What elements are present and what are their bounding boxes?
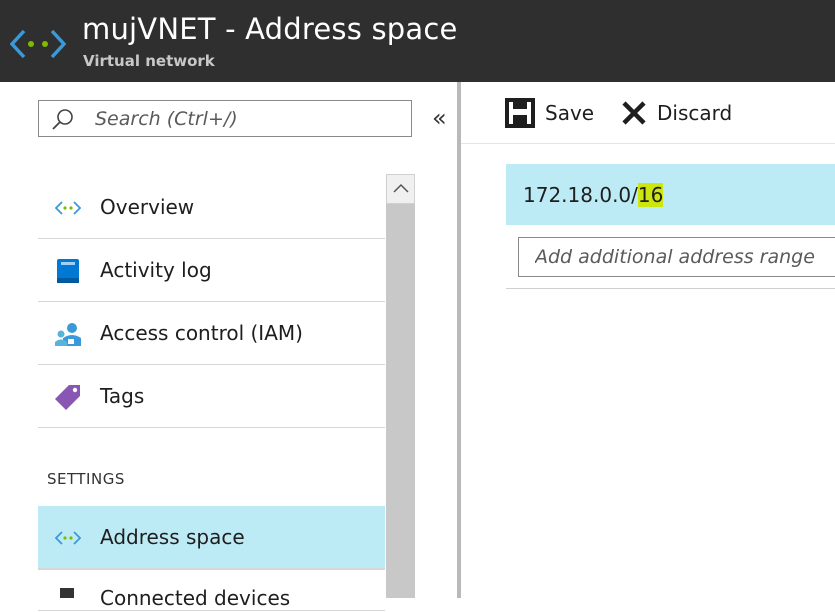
resource-type-label: Virtual network bbox=[83, 52, 215, 70]
prefix-length-highlight: 16 bbox=[637, 183, 664, 207]
add-address-range-input[interactable] bbox=[535, 244, 825, 270]
iam-icon bbox=[55, 323, 81, 346]
command-bar: Save Discard bbox=[461, 82, 835, 144]
menu-item-label: Access control (IAM) bbox=[100, 321, 303, 345]
vnet-icon bbox=[10, 29, 66, 59]
menu-item-tags[interactable]: Tags bbox=[38, 365, 385, 428]
menu-scrollbar[interactable] bbox=[386, 174, 415, 598]
menu-item-connected-devices[interactable]: Connected devices bbox=[38, 569, 385, 611]
address-range-row[interactable]: 172.18.0.0/16 bbox=[506, 164, 835, 225]
menu-item-label: Overview bbox=[100, 195, 195, 219]
discard-label: Discard bbox=[657, 101, 733, 125]
chevron-up-icon bbox=[393, 183, 409, 193]
menu-item-label: Activity log bbox=[100, 258, 212, 282]
toolbar-separator bbox=[461, 143, 835, 144]
collapse-menu-button[interactable]: « bbox=[432, 106, 447, 130]
menu-item-label: Connected devices bbox=[100, 586, 291, 610]
tag-icon bbox=[55, 385, 80, 410]
save-button[interactable]: Save bbox=[505, 98, 594, 128]
save-label: Save bbox=[545, 101, 595, 125]
activity-log-icon bbox=[57, 259, 79, 283]
page-title: mujVNET - Address space bbox=[82, 12, 458, 46]
menu-item-label: Tags bbox=[100, 384, 145, 408]
menu-item-overview[interactable]: Overview bbox=[38, 176, 385, 239]
search-box[interactable] bbox=[38, 100, 412, 137]
menu-item-iam[interactable]: Access control (IAM) bbox=[38, 302, 385, 365]
discard-button[interactable]: Discard bbox=[621, 98, 732, 128]
settings-section-header: SETTINGS bbox=[47, 470, 125, 488]
menu-item-activity-log[interactable]: Activity log bbox=[38, 239, 385, 302]
list-divider bbox=[506, 288, 835, 289]
resource-menu: Overview Activity log Access control (IA… bbox=[38, 176, 385, 428]
address-range-value[interactable]: 172.18.0.0/16 bbox=[523, 183, 664, 207]
connected-devices-icon bbox=[60, 588, 74, 598]
vnet-icon bbox=[54, 531, 82, 545]
scroll-up-button[interactable] bbox=[386, 174, 415, 204]
address-prefix: 172.18.0.0/ bbox=[523, 183, 638, 207]
vnet-icon bbox=[54, 201, 82, 215]
add-address-range-field[interactable] bbox=[518, 237, 835, 277]
menu-item-address-space[interactable]: Address space bbox=[38, 506, 385, 569]
save-icon bbox=[505, 98, 535, 128]
menu-item-label: Address space bbox=[100, 525, 245, 549]
search-icon bbox=[52, 109, 73, 130]
close-icon bbox=[622, 101, 646, 125]
pane-divider[interactable] bbox=[457, 82, 461, 598]
title-bar: mujVNET - Address space Virtual network bbox=[0, 0, 835, 82]
search-input[interactable] bbox=[95, 106, 395, 132]
